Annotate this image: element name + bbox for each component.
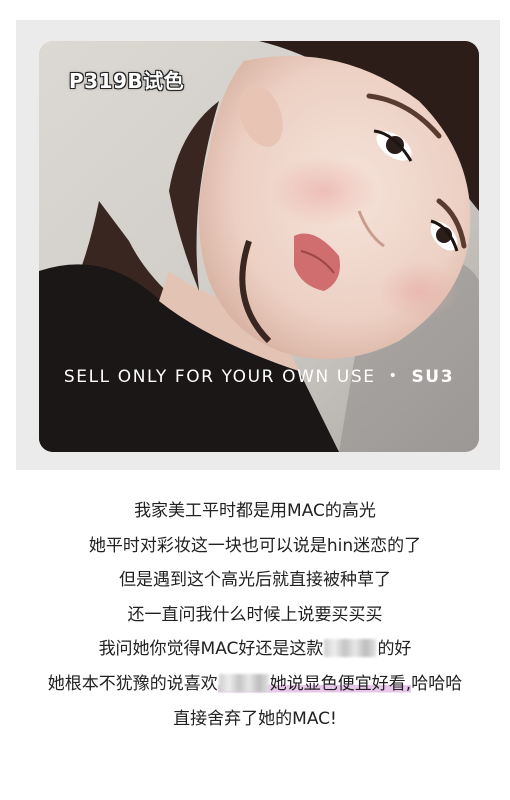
caption-line-6-highlight: 她说显色便宜好看, [269, 673, 412, 694]
blurred-product-name [324, 639, 377, 658]
photo-frame: P319B试色 SELL ONLY FOR YOUR OWN USE • SU3 [16, 20, 500, 470]
watermark-text: SELL ONLY FOR YOUR OWN USE [63, 367, 376, 387]
blurred-product-name [218, 673, 269, 692]
caption-line-5-end: 的好 [377, 639, 412, 660]
portrait-photo: P319B试色 SELL ONLY FOR YOUR OWN USE • SU3 [39, 41, 479, 452]
caption-line-4: 还一直问我什么时候上说要买买买 [127, 604, 383, 625]
caption-line-2: 她平时对彩妆这一块也可以说是hin迷恋的了 [88, 535, 422, 556]
caption-line-6-start: 她根本不犹豫的说喜欢 [47, 673, 218, 694]
caption-line-5-start: 我问她你觉得MAC好还是这款 [98, 639, 324, 660]
caption-line-3: 但是遇到这个高光后就直接被种草了 [119, 570, 391, 591]
caption-text: 我家美工平时都是用MAC的高光 她平时对彩妆这一块也可以说是hin迷恋的了 但是… [0, 494, 510, 736]
caption-line-1: 我家美工平时都是用MAC的高光 [134, 501, 376, 521]
watermark-separator: • [388, 368, 399, 384]
caption-line-7: 直接舍弃了她的MAC! [173, 708, 337, 729]
shade-tag-label: P319B试色 [69, 69, 185, 93]
watermark: SELL ONLY FOR YOUR OWN USE • SU3 [39, 367, 479, 387]
watermark-brand: SU3 [411, 367, 455, 387]
highlighted-phrase: 她说显色便宜好看, [217, 673, 412, 694]
caption-line-6-end: 哈哈哈 [411, 673, 463, 694]
caption-line-6: 她根本不犹豫的说喜欢 她说显色便宜好看,哈哈哈 [0, 667, 510, 702]
caption-line-5: 我问她你觉得MAC好还是这款 的好 [0, 632, 510, 667]
portrait-illustration [39, 41, 479, 452]
